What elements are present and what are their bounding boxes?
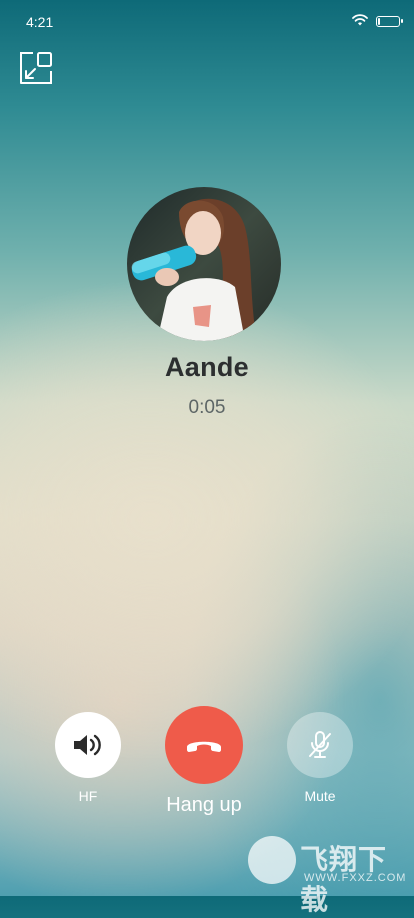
hf-control: HF xyxy=(54,712,122,804)
hangup-label: Hang up xyxy=(166,794,242,816)
battery-level xyxy=(378,18,380,25)
hangup-control: Hang up xyxy=(149,706,259,817)
call-duration: 0:05 xyxy=(188,397,226,418)
avatar xyxy=(127,187,281,341)
watermark-url: WWW.FXXZ.COM xyxy=(304,872,407,884)
wifi-icon xyxy=(352,14,368,26)
hf-button[interactable] xyxy=(55,712,121,778)
speaker-icon xyxy=(74,734,101,756)
microphone-muted-icon xyxy=(309,731,331,758)
hangup-button[interactable] xyxy=(165,706,243,784)
watermark-logo-icon xyxy=(248,836,296,884)
status-bar: 4:21 xyxy=(0,0,414,44)
hf-label: HF xyxy=(78,788,98,804)
status-time: 4:21 xyxy=(26,14,54,30)
watermark: 飞翔下载 WWW.FXXZ.COM xyxy=(248,836,407,915)
mute-control: Mute xyxy=(286,712,354,804)
mute-label: Mute xyxy=(304,788,336,804)
hangup-phone-icon xyxy=(187,741,221,752)
minimize-window-icon[interactable] xyxy=(18,50,54,86)
caller-name: Aande xyxy=(164,352,250,382)
mute-button[interactable] xyxy=(287,712,353,778)
battery-icon xyxy=(376,16,403,27)
